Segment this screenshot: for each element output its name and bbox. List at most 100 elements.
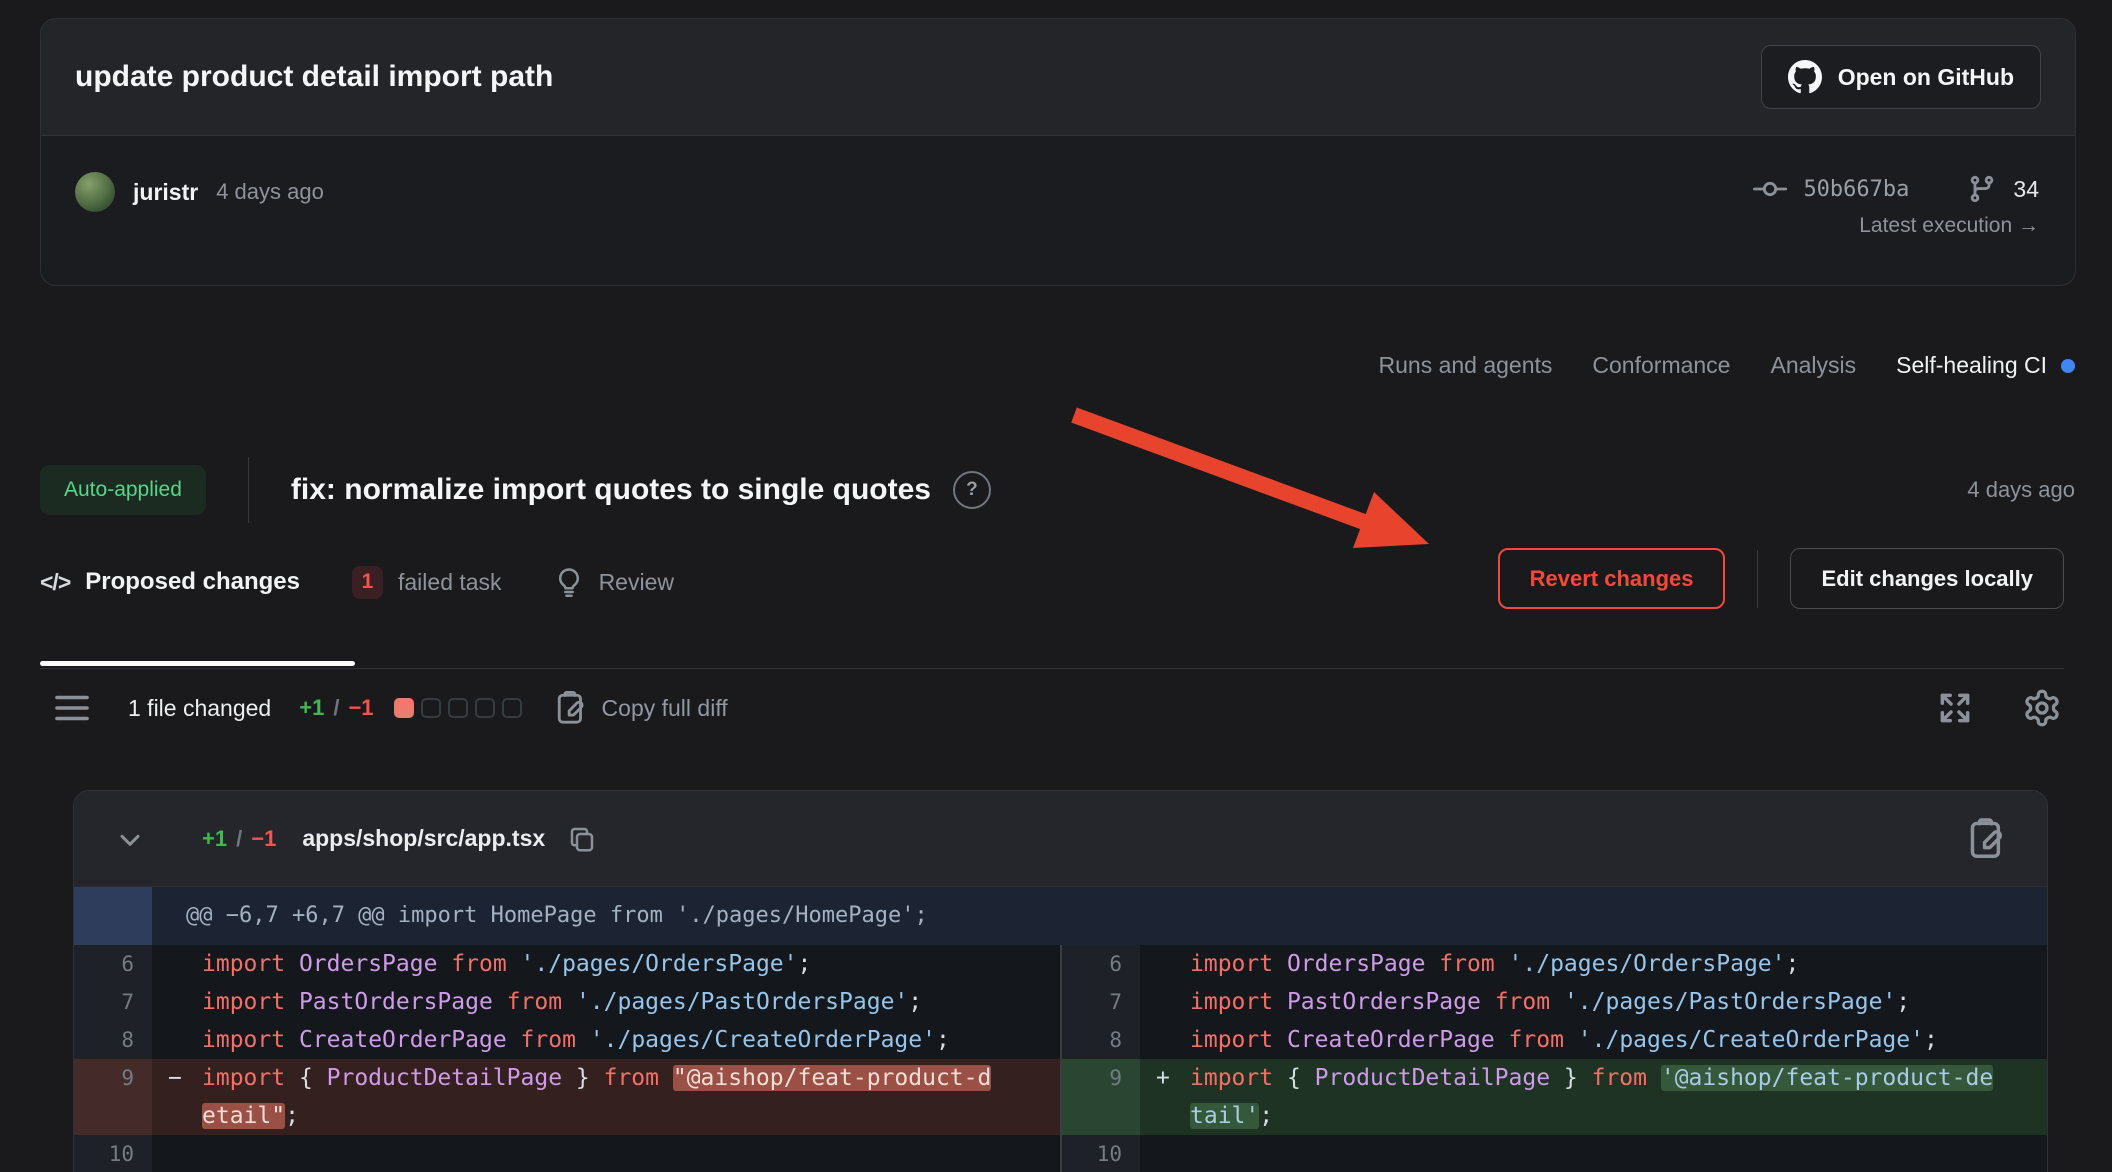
- github-icon: [1788, 60, 1822, 94]
- additions-count: +1: [299, 695, 324, 721]
- nav-tab-analysis[interactable]: Analysis: [1770, 352, 1856, 379]
- code-line: [1140, 1135, 2047, 1172]
- line-number: 7: [1062, 983, 1140, 1021]
- fix-title: fix: normalize import quotes to single q…: [291, 473, 931, 507]
- code-token: ;: [285, 1103, 299, 1129]
- commit-sha: 50b667ba: [1803, 177, 1909, 202]
- code-token: tail': [1190, 1103, 1259, 1129]
- diff-split-view: 6import OrdersPage from './pages/OrdersP…: [74, 945, 2047, 1172]
- tab-proposed-changes[interactable]: </>Proposed changes: [40, 568, 300, 596]
- code-token: ;: [1786, 951, 1800, 977]
- divider: [248, 457, 249, 523]
- hunk-text: @@ −6,7 +6,7 @@ import HomePage from './…: [152, 887, 928, 945]
- code-line: import PastOrdersPage from './pages/Past…: [1140, 983, 2047, 1021]
- code-token: [659, 1065, 673, 1091]
- diff-sign: +: [1156, 1059, 1190, 1097]
- code-line: import OrdersPage from './pages/OrdersPa…: [1140, 945, 2047, 983]
- deletions-count: −1: [348, 695, 373, 721]
- page-title: update product detail import path: [75, 60, 553, 94]
- code-token: import: [1190, 951, 1273, 977]
- commit-card-header: update product detail import path Open o…: [41, 19, 2075, 136]
- block-empty: [448, 698, 468, 718]
- code-token: ProductDetailPage: [327, 1065, 562, 1091]
- code-token: import: [202, 951, 285, 977]
- commit-card: update product detail import path Open o…: [40, 18, 2076, 286]
- diff-file-card: +1 / −1 apps/shop/src/app.tsx: [73, 790, 2048, 1172]
- diff-toolbar: 1 file changed +1 / −1 Copy full diff: [40, 676, 2064, 740]
- tab-failed-task[interactable]: 1failed task: [352, 566, 502, 599]
- code-token: from: [1495, 989, 1550, 1015]
- hunk-gutter: [74, 887, 152, 945]
- revert-changes-button[interactable]: Revert changes: [1498, 548, 1726, 609]
- self-healing-ci-page: update product detail import path Open o…: [0, 0, 2112, 1172]
- copy-filename-icon[interactable]: [567, 824, 597, 854]
- diff-row: 9+import { ProductDetailPage } from '@ai…: [1062, 1059, 2047, 1135]
- auto-applied-badge: Auto-applied: [40, 465, 206, 515]
- latest-execution-link[interactable]: Latest execution →: [1859, 214, 2039, 238]
- copy-full-diff-button[interactable]: Copy full diff: [556, 691, 728, 725]
- nav-tabs: Runs and agents Conformance Analysis Self-h…: [1379, 352, 2076, 379]
- nav-tab-conformance[interactable]: Conformance: [1592, 352, 1730, 379]
- expand-icon[interactable]: [1936, 689, 1974, 727]
- file-list-menu-icon[interactable]: [54, 694, 90, 722]
- diff-row: 10: [1062, 1135, 2047, 1172]
- failed-count-badge: 1: [352, 566, 383, 599]
- code-token: [1273, 1027, 1287, 1053]
- fix-time: 4 days ago: [1967, 477, 2075, 503]
- commit-time: 4 days ago: [216, 179, 324, 205]
- code-token: import: [1190, 1065, 1273, 1091]
- code-token: import: [202, 989, 285, 1015]
- code-token: [493, 989, 507, 1015]
- open-on-github-button[interactable]: Open on GitHub: [1761, 45, 2041, 109]
- block-deleted: [394, 698, 414, 718]
- code-token: ;: [1259, 1103, 1273, 1129]
- diff-row: 6import OrdersPage from './pages/OrdersP…: [74, 945, 1060, 983]
- active-tab-underline: [40, 661, 355, 666]
- tab-review[interactable]: Review: [554, 566, 674, 598]
- line-number: 10: [1062, 1135, 1140, 1172]
- diff-stats: +1 / −1: [299, 695, 373, 721]
- code-token: './pages/OrdersPage': [521, 951, 798, 977]
- diff-pane-new: 6import OrdersPage from './pages/OrdersP…: [1060, 945, 2047, 1172]
- nav-tab-self-healing-ci[interactable]: Self-healing CI: [1896, 352, 2075, 379]
- code-token: ;: [908, 989, 922, 1015]
- help-icon[interactable]: ?: [953, 471, 991, 509]
- code-token: from: [1509, 1027, 1564, 1053]
- nav-tab-runs-and-agents[interactable]: Runs and agents: [1379, 352, 1553, 379]
- code-token: import: [1190, 989, 1273, 1015]
- code-token: from: [507, 989, 562, 1015]
- line-number: 8: [1062, 1021, 1140, 1059]
- code-token: [1273, 989, 1287, 1015]
- code-token: [1425, 951, 1439, 977]
- code-token: PastOrdersPage: [299, 989, 493, 1015]
- diff-row: 8import CreateOrderPage from './pages/Cr…: [74, 1021, 1060, 1059]
- line-number: 8: [74, 1021, 152, 1059]
- code-token: ;: [936, 1027, 950, 1053]
- code-token: './pages/CreateOrderPage': [1578, 1027, 1924, 1053]
- copy-file-diff-icon[interactable]: [1969, 818, 2007, 860]
- tab-label: Review: [599, 569, 674, 596]
- edit-changes-locally-button[interactable]: Edit changes locally: [1790, 548, 2064, 609]
- code-token: ;: [1924, 1027, 1938, 1053]
- code-token: '@aishop/feat-product-de: [1661, 1065, 1993, 1091]
- code-token: }: [562, 1065, 604, 1091]
- code-token: [1481, 989, 1495, 1015]
- code-token: [1647, 1065, 1661, 1091]
- diff-row: 7import PastOrdersPage from './pages/Pas…: [1062, 983, 2047, 1021]
- diff-row: 8import CreateOrderPage from './pages/Cr…: [1062, 1021, 2047, 1059]
- code-token: [285, 951, 299, 977]
- author-name: juristr: [133, 179, 198, 206]
- gear-icon[interactable]: [2022, 688, 2062, 728]
- execution-count[interactable]: 34: [2013, 176, 2039, 203]
- code-token: [285, 989, 299, 1015]
- nav-tab-label: Self-healing CI: [1896, 352, 2047, 379]
- git-branch-icon: [1967, 174, 1997, 204]
- code-token: CreateOrderPage: [1287, 1027, 1495, 1053]
- code-token: [1495, 951, 1509, 977]
- nav-tab-label: Conformance: [1592, 352, 1730, 379]
- diff-row: 10: [74, 1135, 1060, 1172]
- code-line: [152, 1135, 1060, 1172]
- line-number: 10: [74, 1135, 152, 1172]
- git-commit-icon: [1753, 177, 1787, 201]
- chevron-down-icon[interactable]: [114, 823, 146, 855]
